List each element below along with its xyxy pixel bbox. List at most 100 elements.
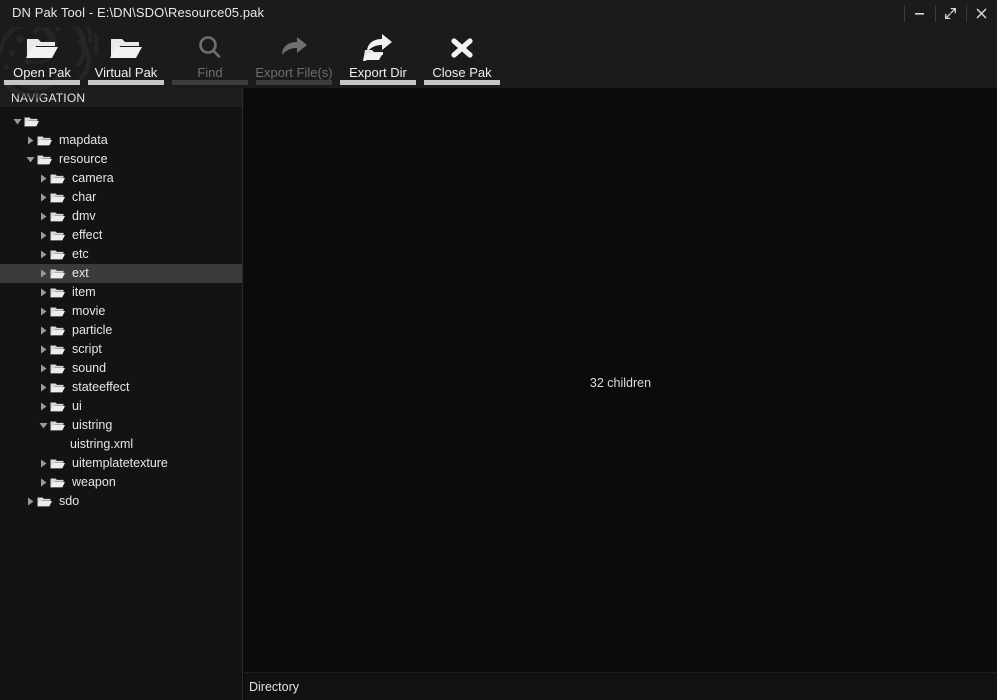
status-bar: Directory <box>244 672 997 700</box>
virtual-pak-label: Virtual Pak <box>94 65 158 80</box>
close-x-icon <box>447 31 477 65</box>
tree-node[interactable]: weapon <box>0 473 242 492</box>
close-pak-button[interactable]: Close Pak <box>420 27 504 88</box>
minimize-icon <box>914 8 925 19</box>
tree-node-label: dmv <box>72 209 96 223</box>
chevron-down-icon[interactable] <box>37 416 50 435</box>
chevron-right-icon[interactable] <box>37 359 50 378</box>
open-folder-icon <box>109 31 143 65</box>
chevron-right-icon[interactable] <box>37 321 50 340</box>
tree-node[interactable]: sound <box>0 359 242 378</box>
folder-icon <box>37 492 54 511</box>
tree-node-label: weapon <box>72 475 116 489</box>
chevron-right-icon[interactable] <box>37 340 50 359</box>
tree-node[interactable]: etc <box>0 245 242 264</box>
chevron-right-icon[interactable] <box>37 226 50 245</box>
tree-node[interactable]: script <box>0 340 242 359</box>
folder-icon <box>50 245 67 264</box>
find-button[interactable]: Find <box>168 27 252 88</box>
folder-icon <box>50 397 67 416</box>
close-button[interactable] <box>966 0 997 27</box>
tree-node[interactable]: ui <box>0 397 242 416</box>
export-folder-arrow-icon <box>361 31 395 65</box>
folder-icon <box>50 188 67 207</box>
chevron-right-icon[interactable] <box>37 188 50 207</box>
tree-node[interactable]: movie <box>0 302 242 321</box>
maximize-button[interactable] <box>935 0 966 27</box>
chevron-right-icon[interactable] <box>37 454 50 473</box>
tree-node-label: uistring <box>72 418 113 432</box>
tree-node-label: uistring.xml <box>70 437 134 451</box>
tree-node[interactable]: dmv <box>0 207 242 226</box>
folder-icon <box>50 169 67 188</box>
folder-icon <box>37 150 54 169</box>
folder-icon <box>50 359 67 378</box>
folder-icon <box>37 131 54 150</box>
tree-node[interactable]: stateeffect <box>0 378 242 397</box>
window-controls <box>904 0 997 27</box>
chevron-right-icon[interactable] <box>37 378 50 397</box>
tree-node[interactable]: effect <box>0 226 242 245</box>
find-underline <box>172 80 248 85</box>
tree-node[interactable]: item <box>0 283 242 302</box>
tree-node[interactable]: sdo <box>0 492 242 511</box>
export-files-label: Export File(s) <box>255 65 333 80</box>
toolbar-buttons: Open Pak Virtual Pak Find Export File(s)… <box>0 27 504 88</box>
chevron-right-icon[interactable] <box>37 473 50 492</box>
find-label: Find <box>197 65 223 80</box>
close-pak-underline <box>424 80 500 85</box>
tree-node-selected[interactable]: ext <box>0 264 242 283</box>
chevron-right-icon[interactable] <box>24 131 37 150</box>
tree-node[interactable] <box>0 112 242 131</box>
tree-node[interactable]: mapdata <box>0 131 242 150</box>
open-pak-button[interactable]: Open Pak <box>0 27 84 88</box>
navigation-header-label: NAVIGATION <box>11 90 86 105</box>
chevron-right-icon[interactable] <box>37 302 50 321</box>
tree-node-label: resource <box>59 152 108 166</box>
main-content-panel: 32 children <box>244 88 997 672</box>
tree-node[interactable]: particle <box>0 321 242 340</box>
tree-node[interactable]: uitemplatetexture <box>0 454 242 473</box>
export-dir-button[interactable]: Export Dir <box>336 27 420 88</box>
chevron-right-icon[interactable] <box>37 169 50 188</box>
chevron-down-icon[interactable] <box>24 150 37 169</box>
minimize-button[interactable] <box>904 0 935 27</box>
chevron-right-icon[interactable] <box>37 283 50 302</box>
folder-icon <box>50 264 67 283</box>
chevron-right-icon[interactable] <box>37 264 50 283</box>
chevron-down-icon[interactable] <box>11 112 24 131</box>
chevron-right-icon[interactable] <box>37 207 50 226</box>
folder-icon <box>50 302 67 321</box>
chevron-right-icon[interactable] <box>37 245 50 264</box>
export-dir-underline <box>340 80 416 85</box>
virtual-pak-button[interactable]: Virtual Pak <box>84 27 168 88</box>
navigation-header: NAVIGATION <box>0 88 242 107</box>
tree-node-label: ui <box>72 399 82 413</box>
chevron-right-icon[interactable] <box>24 492 37 511</box>
tree-node[interactable]: uistring <box>0 416 242 435</box>
folder-icon <box>50 378 67 397</box>
folder-icon <box>24 112 41 131</box>
folder-icon <box>50 283 67 302</box>
chevron-right-icon[interactable] <box>37 397 50 416</box>
tree-node-label: uitemplatetexture <box>72 456 168 470</box>
tree-node[interactable]: resource <box>0 150 242 169</box>
tree-node[interactable]: camera <box>0 169 242 188</box>
tree-node[interactable]: uistring.xml <box>0 435 242 454</box>
tree-node[interactable]: char <box>0 188 242 207</box>
export-files-button[interactable]: Export File(s) <box>252 27 336 88</box>
tree-node-label: char <box>72 190 97 204</box>
directory-tree[interactable]: mapdata resource camera char dmv effect etc ext… <box>0 107 242 511</box>
